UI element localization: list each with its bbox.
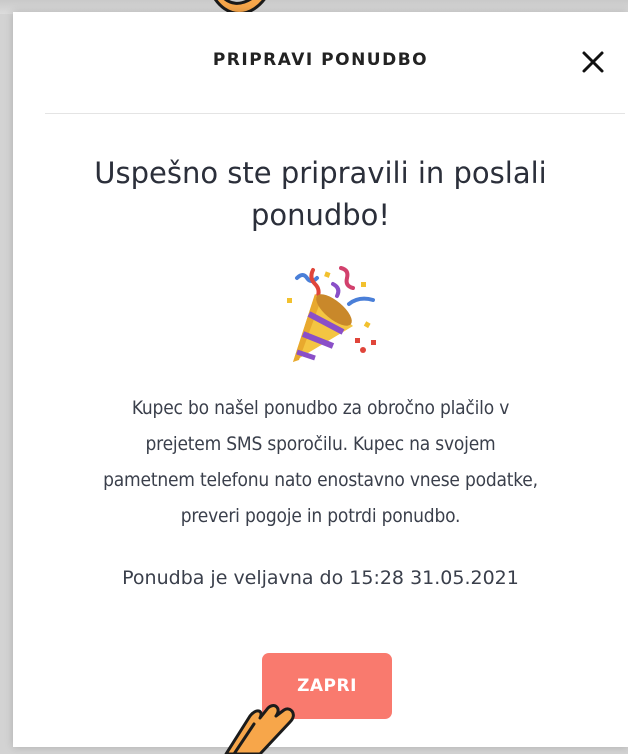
description-line: pametnem telefonu nato enostavno vnese p… <box>103 469 538 491</box>
close-icon <box>582 51 604 73</box>
header-divider <box>45 113 625 114</box>
modal-title: PRIPRAVI PONUDBO <box>212 50 429 70</box>
close-button[interactable] <box>575 44 611 80</box>
success-headline: Uspešno ste pripravili in poslali ponudb… <box>33 152 608 236</box>
party-popper-icon <box>287 266 376 362</box>
modal-header: PRIPRAVI PONUDBO <box>13 12 628 112</box>
pointing-hand-icon <box>224 704 295 754</box>
description-line: preveri pogoje in potrdi ponudbo. <box>180 505 461 527</box>
description-line: Kupec bo našel ponudbo za obročno plačil… <box>131 397 510 419</box>
offer-validity: Ponudba je veljavna do 15:28 31.05.2021 <box>122 567 519 589</box>
offer-modal: PRIPRAVI PONUDBO Uspešno ste pripravili … <box>13 12 628 747</box>
headline-line: Uspešno ste pripravili in poslali <box>94 156 547 190</box>
headline-line: ponudbo! <box>250 198 391 232</box>
offer-description: Kupec bo našel ponudbo za obročno plačil… <box>13 390 628 534</box>
description-line: prejetem SMS sporočilu. Kupec na svojem <box>145 433 496 455</box>
